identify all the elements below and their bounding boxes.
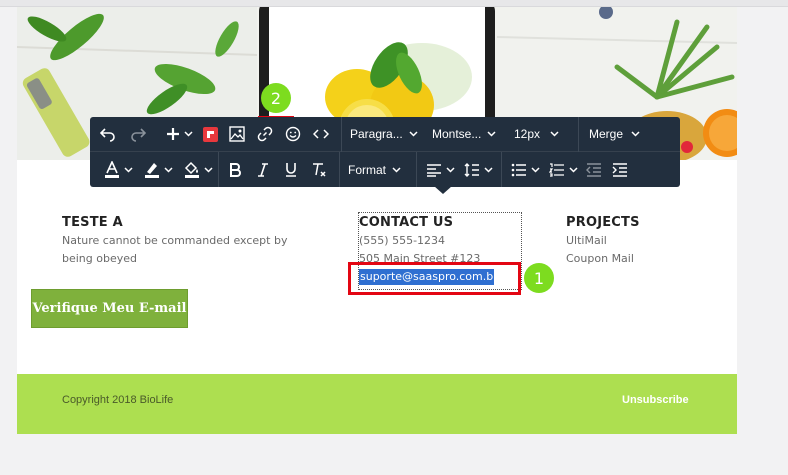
annotation-badge-1: 1 [524,263,554,293]
outdent-button[interactable] [582,156,606,184]
footer-copyright: Copyright 2018 BioLife [62,394,174,406]
chevron-down-icon [631,131,640,137]
font-size-dropdown-label: 12px [514,127,541,141]
font-family-dropdown-label: Montse... [432,127,482,141]
toolbar-separator [416,152,417,187]
highlight-email-box [348,262,521,295]
indent-button[interactable] [606,156,634,184]
unsubscribe-link[interactable]: Unsubscribe [622,394,689,406]
bullet-list-icon [511,163,526,176]
toolbar-row-2: Format [90,152,680,187]
background-color-button[interactable] [178,156,218,184]
undo-icon [100,128,115,142]
source-code-button[interactable] [307,120,335,148]
annotation-badge-2: 2 [261,83,291,113]
line-height-icon [464,162,479,177]
toolbar-separator [341,116,342,152]
paragraph-dropdown-label: Paragra... [350,127,403,141]
toolbar-separator [578,116,579,152]
undo-button[interactable] [93,120,123,148]
toolbar-row-1: Paragra... Montse... 12px Merge [90,116,680,152]
paragraph-dropdown[interactable]: Paragra... [350,120,432,148]
align-left-icon [426,163,441,177]
underline-button[interactable] [277,156,305,184]
toolbar-separator [501,152,502,187]
format-dropdown[interactable]: Format [348,156,416,184]
emoji-button[interactable] [279,120,307,148]
highlighter-icon [144,162,159,178]
brand-logo-icon [202,126,218,142]
insert-button[interactable] [161,120,197,148]
text-color-icon [104,160,119,178]
brand-logo-button[interactable] [197,120,223,148]
rich-text-toolbar: Paragra... Montse... 12px Merge Format [90,116,680,187]
chevron-down-icon [487,131,496,137]
verify-email-button[interactable]: Verifique Meu E-mail [31,289,188,328]
text-color-button[interactable] [98,156,138,184]
projects-item-ultimail[interactable]: UltiMail [566,232,607,250]
numbered-list-icon [548,162,564,177]
indent-icon [612,162,627,177]
outdent-icon [586,162,601,177]
chevron-down-icon [203,166,213,173]
toolbar-separator [339,152,340,187]
underline-icon [286,163,296,177]
chevron-down-icon [568,166,578,173]
italic-icon [258,162,268,177]
emoji-icon [285,126,301,142]
browser-top-strip [0,0,788,7]
font-size-dropdown[interactable]: 12px [514,120,578,148]
plus-icon [166,128,179,140]
chevron-down-icon [409,131,418,137]
clear-format-icon [313,163,326,177]
italic-button[interactable] [249,156,277,184]
code-icon [313,129,329,139]
numbered-list-dropdown[interactable] [544,156,582,184]
insert-link-button[interactable] [251,120,279,148]
chevron-down-icon [550,131,559,137]
format-dropdown-label: Format [348,162,387,177]
chevron-down-icon [183,131,193,137]
projects-item-couponmail[interactable]: Coupon Mail [566,250,634,268]
chevron-down-icon [163,166,173,173]
chevron-down-icon [392,166,401,173]
link-icon [257,126,273,142]
redo-button[interactable] [123,120,153,148]
merge-tags-dropdown[interactable]: Merge [589,120,659,148]
chevron-down-icon [123,166,133,173]
insert-image-button[interactable] [223,120,251,148]
col1-title: TESTE A [62,215,123,230]
bullet-list-dropdown[interactable] [506,156,544,184]
highlight-color-button[interactable] [138,156,178,184]
bold-button[interactable] [221,156,249,184]
line-height-dropdown[interactable] [459,156,497,184]
align-dropdown[interactable] [421,156,459,184]
image-icon [229,126,245,142]
chevron-down-icon [483,166,493,173]
redo-icon [131,128,146,142]
paint-bucket-icon [184,161,199,178]
bold-icon [230,162,241,177]
clear-formatting-button[interactable] [305,156,333,184]
chevron-down-icon [530,166,540,173]
font-family-dropdown[interactable]: Montse... [432,120,514,148]
chevron-down-icon [445,166,455,173]
merge-tags-dropdown-label: Merge [589,127,624,141]
toolbar-separator [218,152,219,187]
col3-title: PROJECTS [566,215,640,230]
toolbar-pointer-arrow [434,186,452,194]
col1-text: Nature cannot be commanded except by bei… [62,234,288,265]
